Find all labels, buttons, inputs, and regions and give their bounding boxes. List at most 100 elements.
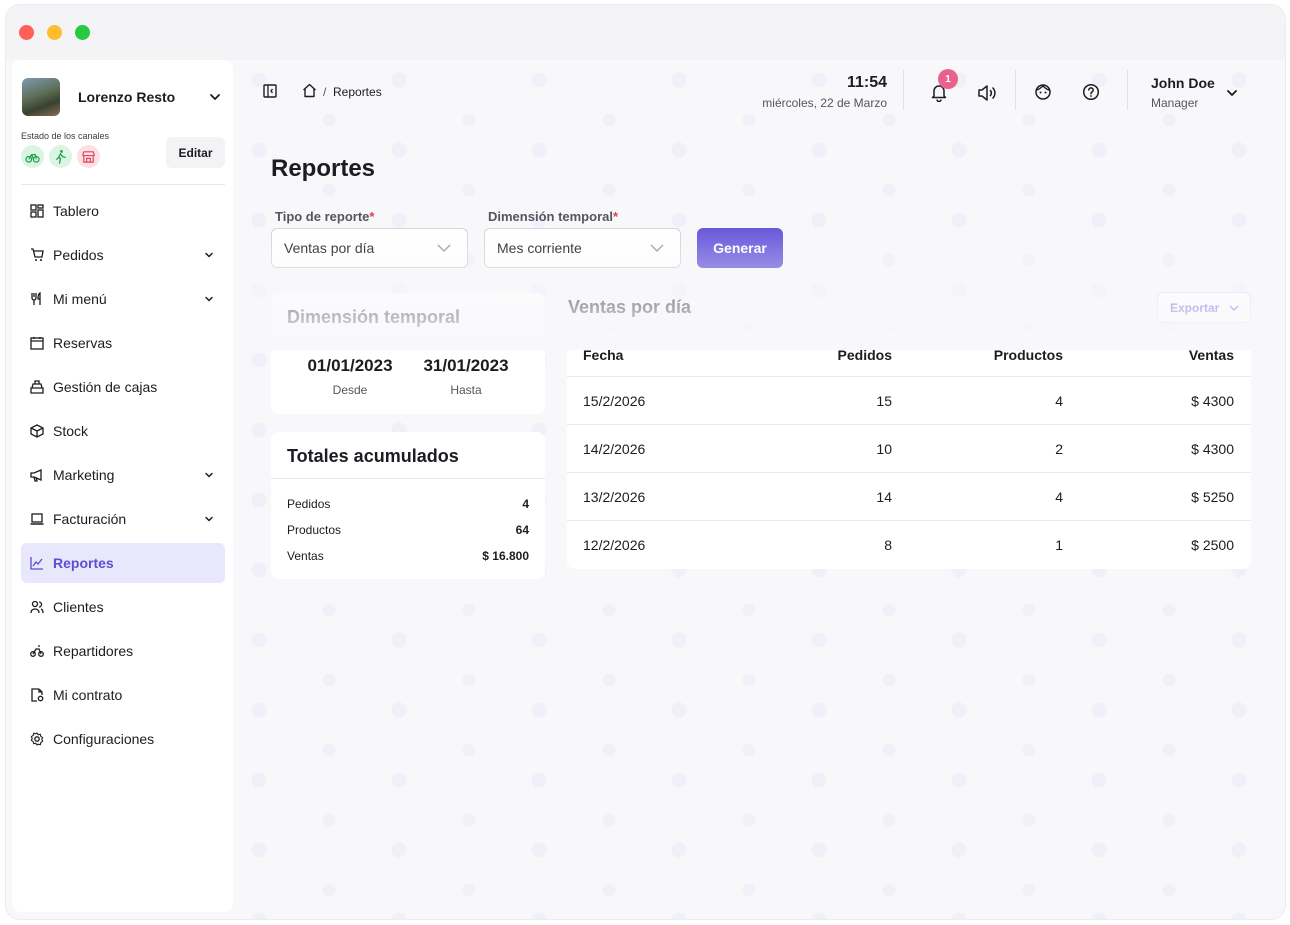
card-title: Totales acumulados [287,446,459,466]
cell-productos: 2 [1055,440,1063,457]
channels-label: Estado de los canales [21,131,110,141]
cell-pedidos: 10 [876,440,892,457]
sidebar-item-label: Reservas [53,335,113,351]
date-from-label: Desde [332,383,368,397]
generate-button[interactable]: Generar [697,228,783,268]
edit-channels-button[interactable]: Editar [166,137,225,168]
export-button[interactable]: Exportar [1157,292,1251,323]
time-dimension-card: Dimensión temporal 01/01/2023 Desde 31/0… [271,293,545,414]
sidebar-item-stock[interactable]: Stock [21,411,225,451]
channel-status-list [21,145,100,168]
date-to: 31/01/2023 [423,356,509,375]
chevron-down-icon[interactable] [1225,86,1239,100]
time-dimension-value: Mes corriente [497,240,582,256]
sidebar-item-tablero[interactable]: Tablero [21,191,225,231]
divider [1015,70,1016,110]
main-content: / Reportes 11:54 miércoles, 22 de Marzo … [239,60,1285,919]
report-type-label: Tipo de reporte* [275,209,374,224]
cell-pedidos: 8 [884,537,892,553]
face-icon[interactable] [1034,83,1052,101]
cell-pedidos: 15 [876,392,892,409]
divider [903,70,904,110]
user-name[interactable]: John Doe [1151,75,1215,91]
chevron-down-icon [210,94,220,100]
sidebar-item-label: Gestión de cajas [53,379,158,395]
sidebar-item-label: Reportes [53,555,114,571]
totals-label: Productos [287,523,342,537]
cell-productos: 4 [1055,488,1063,505]
time-dimension-label: Dimensión temporal* [488,209,618,224]
chart-line-icon [30,557,43,570]
sidebar-item-label: Mi contrato [53,687,123,703]
help-icon[interactable] [1082,83,1100,101]
sidebar-item-repartidores[interactable]: Repartidores [21,631,225,671]
cell-fecha: 13/2/2026 [583,488,646,505]
column-header[interactable]: Ventas [1063,347,1234,363]
sidebar-item-label: Pedidos [53,247,104,263]
bike-channel-icon[interactable] [21,145,44,168]
sidebar-item-label: Stock [53,423,89,439]
date-from: 01/01/2023 [307,356,393,375]
sidebar-item-reportes[interactable]: Reportes [21,543,225,583]
maximize-window-button[interactable] [75,25,90,40]
time-dimension-select[interactable]: Mes corriente [484,228,681,268]
cart-icon [31,248,44,261]
top-bar: / Reportes 11:54 miércoles, 22 de Marzo … [239,60,1285,120]
totals-row: Pedidos 4 [287,497,529,511]
users-icon [30,600,44,614]
sidebar-item-label: Clientes [53,599,104,615]
card-title: Dimensión temporal [287,307,461,327]
totals-label: Pedidos [287,497,331,511]
sidebar-item-clientes[interactable]: Clientes [21,587,225,627]
sales-title: Ventas por día [568,297,692,317]
chevron-down-icon [437,244,451,252]
breadcrumb-current[interactable]: Reportes [333,85,382,99]
sidebar-item-configuraciones[interactable]: Configuraciones [21,719,225,759]
cell-productos: 4 [1055,392,1063,409]
scooter-icon [30,645,44,657]
store-selector[interactable]: Lorenzo Resto [22,75,227,119]
speaker-icon[interactable] [977,84,997,102]
report-type-select[interactable]: Ventas por día [271,228,468,268]
column-header[interactable]: Productos [892,347,1063,363]
table-row[interactable]: 14/2/2026 10 2 $ 4300 [567,425,1251,473]
table-row[interactable]: 12/2/2026 8 1 $ 2500 [567,521,1251,569]
laptop-icon [30,513,44,525]
required-mark: * [369,209,375,224]
sidebar-item-label: Configuraciones [53,731,155,747]
sidebar-item-marketing[interactable]: Marketing [21,455,225,495]
column-header[interactable]: Fecha [567,347,747,363]
megaphone-icon [30,469,42,482]
sidebar-item-gestion-de-cajas[interactable]: Gestión de cajas [21,367,225,407]
breadcrumb-separator: / [323,85,327,99]
totals-value: $ 16.800 [482,549,529,563]
box-icon [30,424,44,438]
sidebar-toggle-icon[interactable] [263,84,277,98]
table-row[interactable]: 13/2/2026 14 4 $ 5250 [567,473,1251,521]
divider [1127,70,1128,110]
sidebar-item-reservas[interactable]: Reservas [21,323,225,363]
walk-channel-icon[interactable] [49,145,72,168]
table-row[interactable]: 15/2/2026 15 4 $ 4300 [567,377,1251,425]
close-window-button[interactable] [19,25,34,40]
minimize-window-button[interactable] [47,25,62,40]
time-dimension-label-text: Dimensión temporal [488,209,613,224]
clock-date: miércoles, 22 de Marzo [762,96,887,110]
totals-value: 64 [515,523,529,537]
column-header[interactable]: Pedidos [747,347,892,363]
required-mark: * [612,209,619,224]
sidebar-item-mi-contrato[interactable]: Mi contrato [21,675,225,715]
contract-icon [31,688,44,702]
sidebar-item-mi-menu[interactable]: Mi menú [21,279,225,319]
sidebar-item-pedidos[interactable]: Pedidos [21,235,225,275]
totals-row: Ventas $ 16.800 [287,549,529,563]
sidebar-item-label: Marketing [53,467,115,483]
cell-fecha: 12/2/2026 [583,537,646,553]
divider [271,339,545,340]
store-channel-icon[interactable] [77,145,100,168]
home-icon[interactable] [302,83,317,98]
sidebar-item-facturacion[interactable]: Facturación [21,499,225,539]
report-type-label-text: Tipo de reporte [275,209,370,224]
cell-ventas: $ 4300 [1191,392,1234,409]
cell-ventas: $ 2500 [1191,537,1234,553]
